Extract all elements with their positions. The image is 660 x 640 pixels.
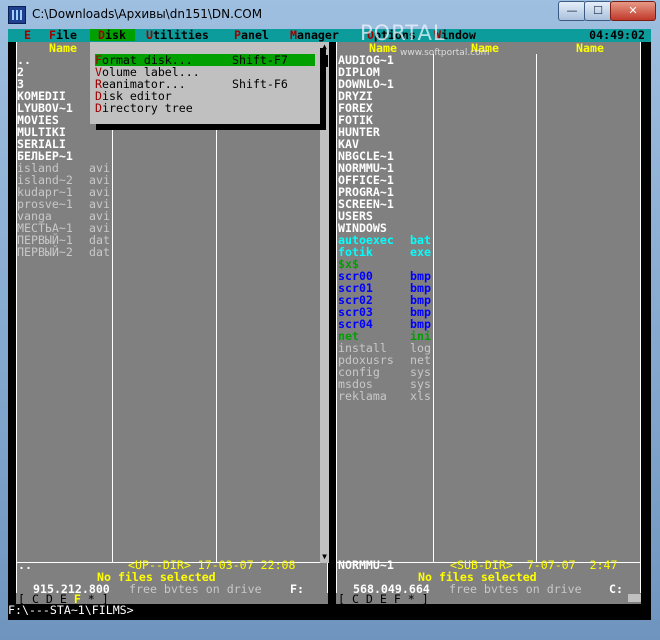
left-name-header[interactable]: Name [49,42,77,54]
menu-directory-tree[interactable]: Directory tree [95,102,315,114]
right-status-name: NORMMU~1 [338,558,394,572]
menu-e[interactable]: E [24,29,31,41]
disk-dropdown-menu: Format disk... Shift-F7 Volume label... R… [90,42,320,124]
menu-bar: E File Disk Utilities Panel Manager Opti… [8,29,651,42]
menu-disk[interactable]: Disk [90,29,135,41]
window-title: C:\Downloads\Архивы\dn151\DN.COM [32,7,263,21]
left-file-panel[interactable]: Name .. 2 3 KOMEDII LYUBOV~1 MOVIES MULTIKI SER… [16,42,328,602]
close-button[interactable]: ✕ [610,1,656,21]
left-scrollbar[interactable] [320,42,329,563]
resize-grip-icon[interactable] [628,594,641,602]
title-bar[interactable]: C:\Downloads\Архивы\dn151\DN.COM — ☐ ✕ [0,0,660,28]
right-name-header-3[interactable]: Name [576,42,604,54]
file-name: reklama [338,389,387,403]
app-icon[interactable] [8,6,26,24]
menu-manager[interactable]: Manager [290,29,339,41]
right-file-panel[interactable]: Name Name Name AUDIOG~1 DIPLOM DOWNLO~1 DRY… [336,42,641,602]
file-name: ПЕРВЫЙ~2 [17,245,73,259]
watermark-logo: PORTAL [360,21,446,45]
minimize-button[interactable]: — [558,1,586,21]
console-area[interactable]: E File Disk Utilities Panel Manager Opti… [8,29,651,620]
file-ext: xls [410,389,431,403]
watermark-url: www.softportal.com [400,48,490,58]
file-ext: exe [410,245,431,259]
left-status-name: .. [18,558,32,572]
scroll-down-arrow-icon[interactable]: ▼ [320,552,329,562]
scroll-thumb[interactable] [321,55,328,67]
file-ext: dat [89,245,110,259]
dos-navigator-window: C:\Downloads\Архивы\dn151\DN.COM — ☐ ✕ E… [0,0,660,640]
scroll-up-arrow-icon[interactable]: ▲ [320,42,329,52]
menu-utilities[interactable]: Utilities [146,29,209,41]
menu-panel[interactable]: Panel [234,29,269,41]
clock: 04:49:02 [589,29,645,42]
menu-file[interactable]: File [49,29,77,41]
maximize-button[interactable]: ☐ [584,1,612,21]
command-line[interactable]: F:\---STA~1\FILMS> [8,604,651,617]
